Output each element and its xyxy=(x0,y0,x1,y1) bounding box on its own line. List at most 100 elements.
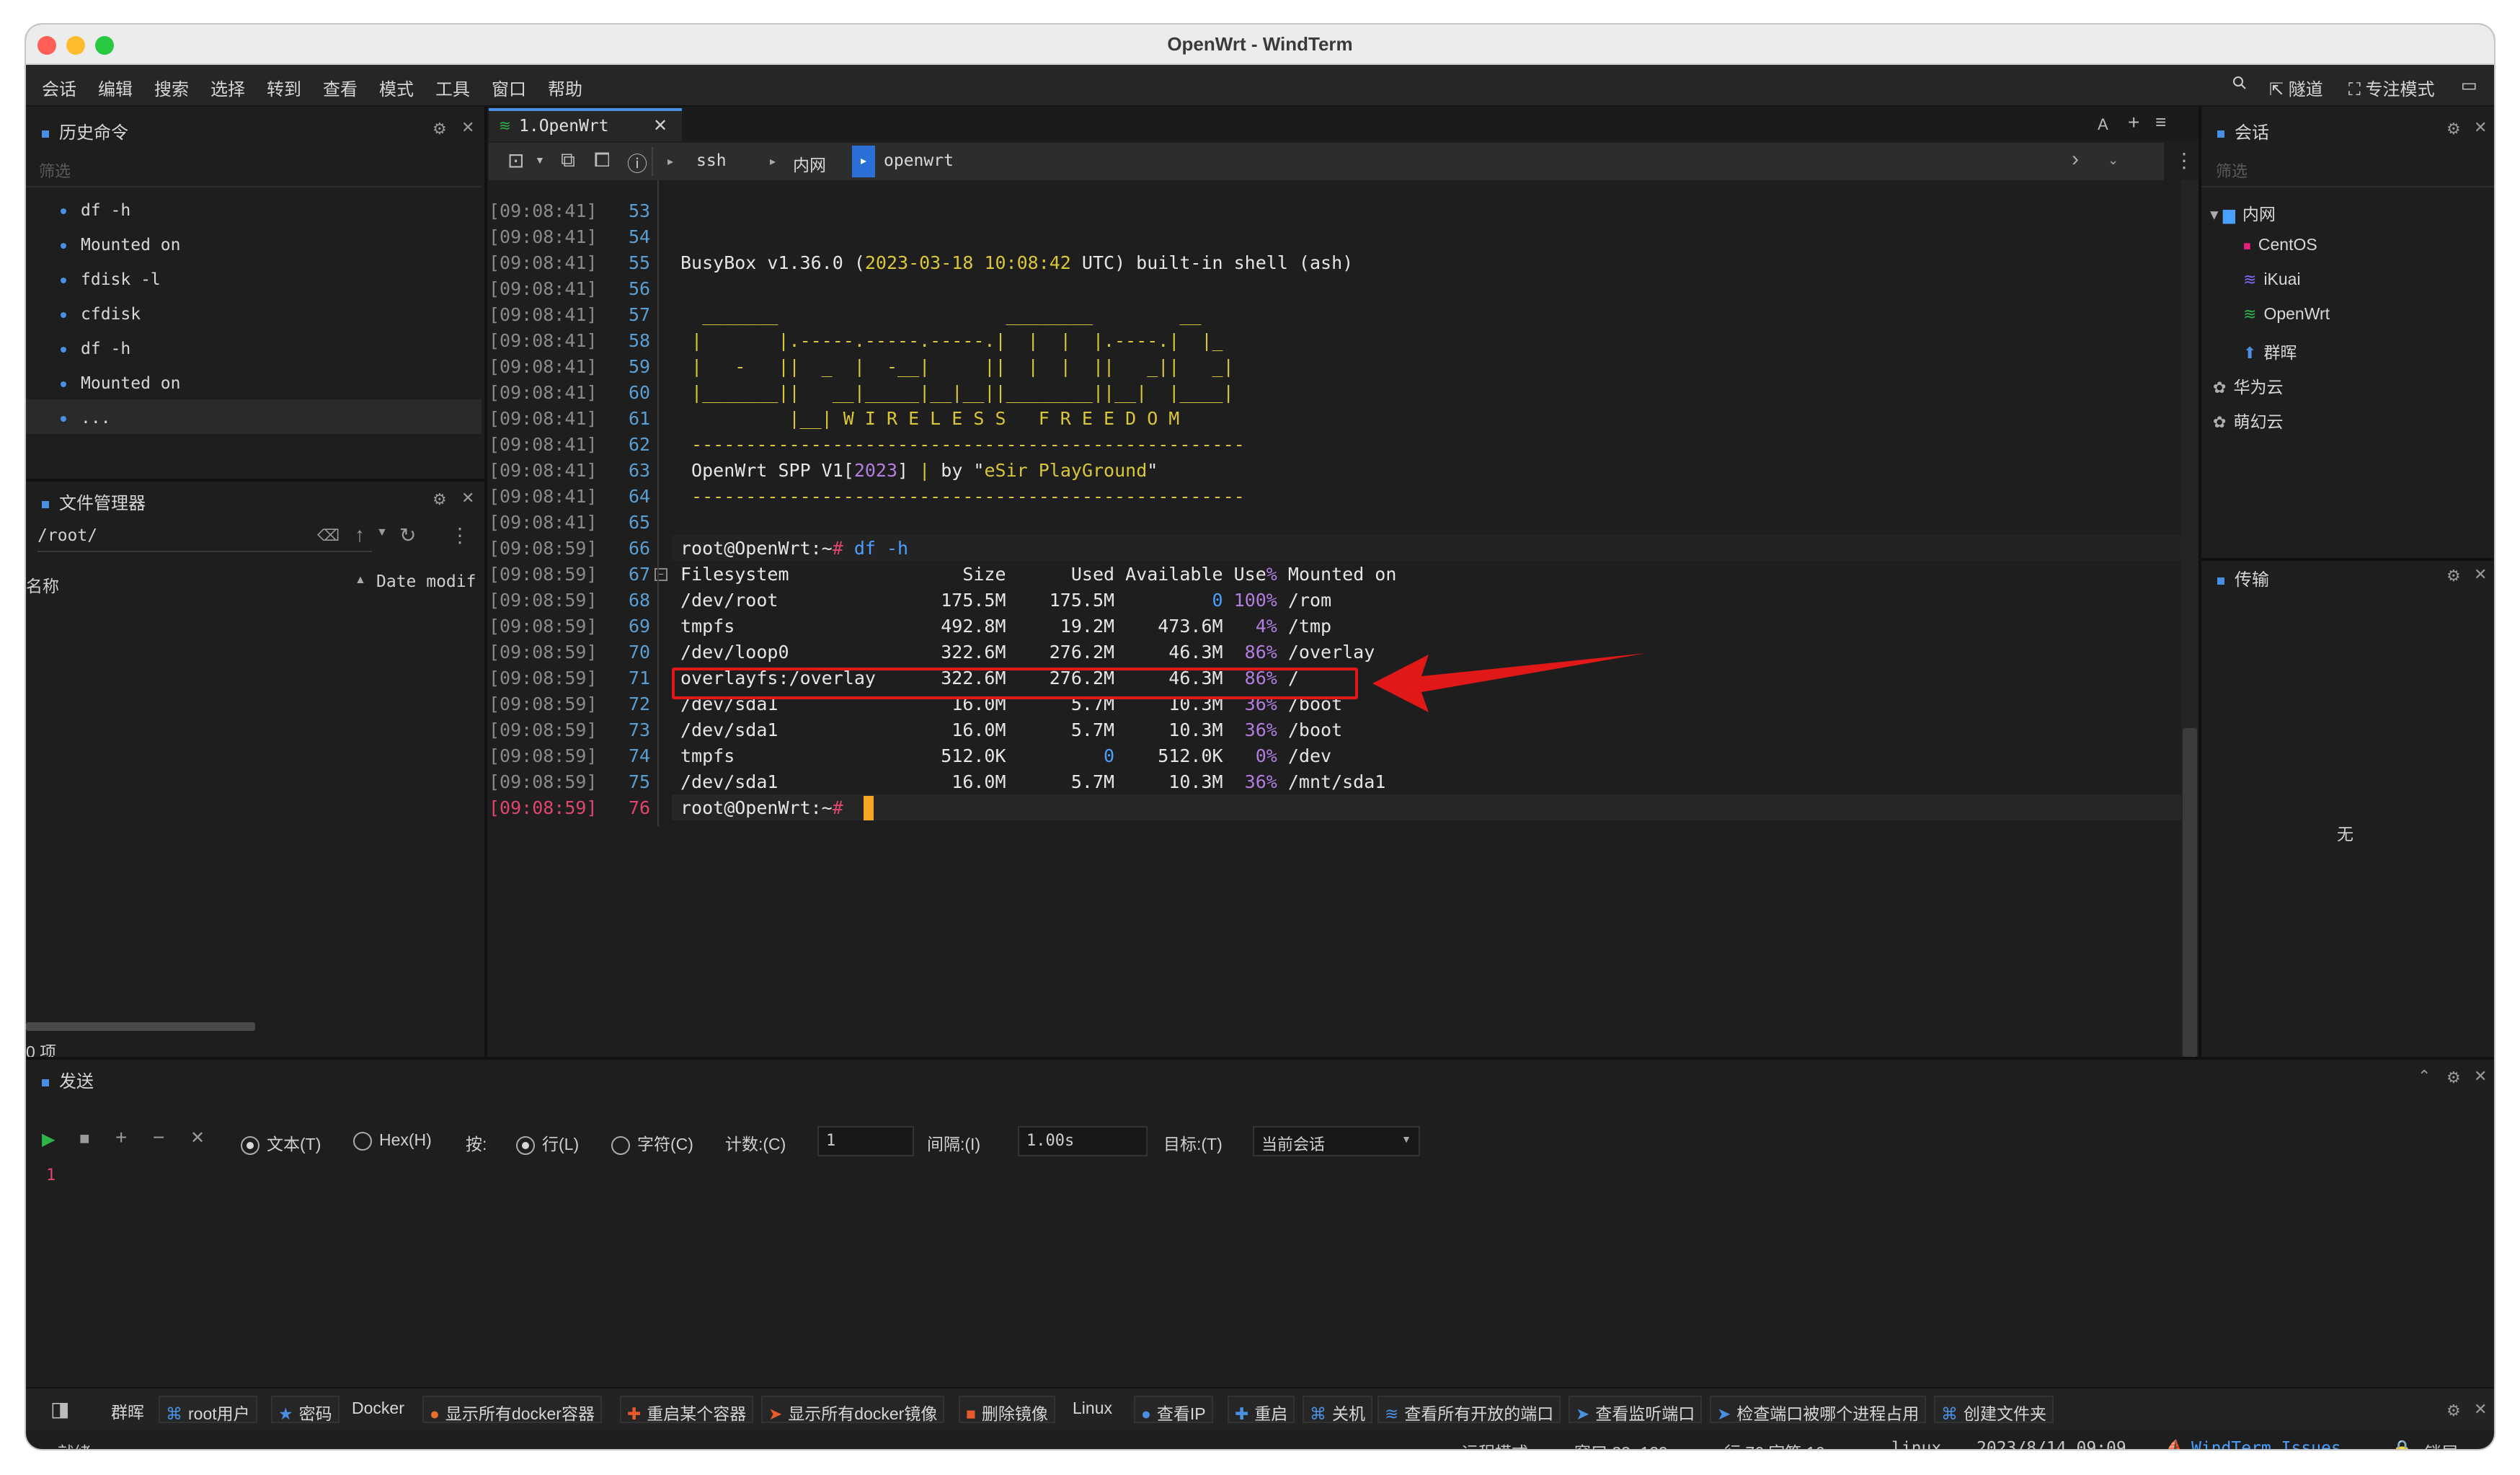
lock-screen-button[interactable]: 锁屏 xyxy=(2425,1439,2458,1449)
transfer-settings-icon[interactable]: ⚙ xyxy=(2446,567,2461,585)
tunnel-button[interactable]: ⇱ 隧道 xyxy=(2269,75,2323,100)
line-mode-radio[interactable]: 行(L) xyxy=(516,1130,579,1155)
duplicate-session-icon[interactable]: ⧉ xyxy=(561,149,575,172)
quick-command-button[interactable]: ✚ 重启 xyxy=(1228,1396,1295,1423)
menu-edit[interactable]: 编辑 xyxy=(98,75,133,100)
breadcrumb-openwrt[interactable]: openwrt xyxy=(884,151,954,170)
layout-icon[interactable]: ▭ xyxy=(2461,75,2477,96)
quick-command-button[interactable]: ✚ 重启某个容器 xyxy=(620,1396,754,1423)
send-settings-icon[interactable]: ⚙ xyxy=(2446,1068,2461,1087)
column-name-header[interactable]: 名称 xyxy=(26,572,59,597)
send-close-icon[interactable]: ✕ xyxy=(2474,1067,2487,1086)
command-panel-icon[interactable]: ◨ xyxy=(50,1397,69,1421)
quick-command-button[interactable]: ● 查看IP xyxy=(1134,1396,1213,1423)
menu-window[interactable]: 窗口 xyxy=(492,75,526,100)
sessions-close-icon[interactable]: ✕ xyxy=(2474,118,2487,137)
history-close-icon[interactable]: ✕ xyxy=(461,118,474,137)
clear-path-icon[interactable]: ⌫ xyxy=(317,526,340,545)
breadcrumb-intranet[interactable]: 内网 xyxy=(793,151,826,176)
quick-command-button[interactable]: ● 显示所有docker容器 xyxy=(422,1396,602,1423)
history-item[interactable]: cfdisk xyxy=(61,304,141,324)
status-remote-mode[interactable]: 远程模式 xyxy=(1462,1439,1528,1449)
add-icon[interactable]: + xyxy=(115,1126,127,1149)
font-button[interactable]: A xyxy=(2098,115,2108,134)
history-item[interactable]: Mounted on xyxy=(61,235,180,254)
sessions-filter-input[interactable]: 筛选 xyxy=(2216,159,2248,182)
search-icon[interactable] xyxy=(2232,75,2248,96)
info-icon[interactable]: ⓘ xyxy=(627,149,647,177)
collapse-icon[interactable]: ⌃ xyxy=(2418,1067,2431,1086)
send-editor-line-number[interactable]: 1 xyxy=(46,1166,56,1184)
windterm-issues-link[interactable]: WindTerm Issues xyxy=(2191,1439,2341,1449)
menu-help[interactable]: 帮助 xyxy=(548,75,582,100)
session-item[interactable]: ✿ 萌幻云 xyxy=(2213,408,2283,433)
path-input[interactable]: /root/ xyxy=(37,526,97,545)
fold-icon[interactable]: − xyxy=(655,568,667,581)
target-select[interactable]: 当前会话 ▼ xyxy=(1253,1126,1420,1156)
quickbar-close-icon[interactable]: ✕ xyxy=(2474,1400,2487,1419)
bottom-divider[interactable] xyxy=(26,1057,2494,1060)
quick-command-button[interactable]: ⌘ 关机 xyxy=(1303,1396,1372,1423)
history-item-selected[interactable]: ... xyxy=(61,408,111,428)
interval-stepper[interactable]: 1.00s xyxy=(1018,1126,1148,1156)
history-item[interactable]: df -h xyxy=(61,200,130,220)
tab-menu-icon[interactable]: ≡ xyxy=(2155,111,2166,133)
session-item[interactable]: ▾ ▆ 内网 xyxy=(2210,200,2276,225)
session-item[interactable]: ≋ iKuai xyxy=(2243,270,2301,289)
panel-divider[interactable] xyxy=(26,479,484,482)
quickbar-settings-icon[interactable]: ⚙ xyxy=(2446,1401,2461,1420)
chevron-right-icon[interactable]: › xyxy=(2072,147,2079,172)
quick-command-button[interactable]: ➤ 显示所有docker镜像 xyxy=(761,1396,945,1423)
panel-divider[interactable] xyxy=(2201,558,2494,561)
new-session-icon[interactable]: ⊡ xyxy=(507,149,524,172)
file-manager-settings-icon[interactable]: ⚙ xyxy=(432,490,447,509)
menu-session[interactable]: 会话 xyxy=(42,75,76,100)
sessions-settings-icon[interactable]: ⚙ xyxy=(2446,120,2461,138)
quick-command-button[interactable]: ■ 删除镜像 xyxy=(959,1396,1055,1423)
menu-view[interactable]: 查看 xyxy=(323,75,358,100)
chevron-down-icon[interactable]: ▼ xyxy=(535,154,545,166)
scrollbar-thumb[interactable] xyxy=(2183,728,2197,1057)
quick-command-button[interactable]: ➤ 检查端口被哪个进程占用 xyxy=(1710,1396,1927,1423)
hex-mode-radio[interactable]: Hex(H) xyxy=(353,1130,432,1151)
chevron-down-icon[interactable]: ⌄ xyxy=(2108,153,2119,168)
count-stepper[interactable]: 1 xyxy=(817,1126,914,1156)
history-item[interactable]: Mounted on xyxy=(61,373,180,393)
up-directory-icon[interactable]: ↑ xyxy=(355,523,365,546)
chevron-down-icon[interactable]: ▼ xyxy=(376,526,388,539)
remove-icon[interactable]: − xyxy=(153,1126,164,1149)
tab-openwrt[interactable]: ≋ 1.OpenWrt ✕ xyxy=(489,108,682,141)
menu-select[interactable]: 选择 xyxy=(210,75,245,100)
new-tab-icon[interactable]: + xyxy=(2128,111,2139,134)
right-divider[interactable] xyxy=(2199,107,2201,1057)
history-filter-input[interactable]: 筛选 xyxy=(39,159,71,182)
breadcrumb-ssh[interactable]: ssh xyxy=(696,151,727,170)
clear-icon[interactable]: ✕ xyxy=(190,1128,205,1148)
open-window-icon[interactable]: ⧠ xyxy=(594,149,610,172)
quick-command-button[interactable]: ≋ 查看所有开放的端口 xyxy=(1377,1396,1561,1423)
quick-command-button[interactable]: ★ 密码 xyxy=(271,1396,340,1423)
focus-mode-button[interactable]: ⛶ 专注模式 xyxy=(2348,75,2434,100)
session-item[interactable]: ✿ 华为云 xyxy=(2213,373,2283,398)
menu-search[interactable]: 搜索 xyxy=(154,75,189,100)
session-item[interactable]: ■ CentOS xyxy=(2243,235,2317,254)
history-item[interactable]: fdisk -l xyxy=(61,270,161,289)
history-item[interactable]: df -h xyxy=(61,339,130,358)
file-manager-close-icon[interactable]: ✕ xyxy=(461,489,474,508)
quick-command-button[interactable]: ⌘ root用户 xyxy=(159,1396,257,1423)
status-cursor-position[interactable]: 行 76 字符 16 xyxy=(1724,1439,1824,1449)
quick-command-button[interactable]: ⌘ 创建文件夹 xyxy=(1934,1396,2054,1423)
menu-goto[interactable]: 转到 xyxy=(267,75,301,100)
transfer-close-icon[interactable]: ✕ xyxy=(2474,565,2487,584)
more-icon[interactable]: ⋮ xyxy=(450,523,470,547)
play-icon[interactable]: ▶ xyxy=(42,1129,55,1150)
quickbar-group-label[interactable]: Docker xyxy=(346,1396,410,1423)
menu-mode[interactable]: 模式 xyxy=(379,75,414,100)
chevron-down-icon[interactable]: ▾ xyxy=(2210,205,2223,223)
quick-command-button[interactable]: ➤ 查看监听端口 xyxy=(1569,1396,1703,1423)
lock-icon[interactable]: 🔒 xyxy=(2392,1439,2413,1449)
left-divider[interactable] xyxy=(484,107,487,1057)
stop-icon[interactable]: ■ xyxy=(79,1129,90,1149)
text-mode-radio[interactable]: 文本(T) xyxy=(241,1130,321,1155)
more-options-icon[interactable]: ⋮ xyxy=(2174,149,2194,172)
